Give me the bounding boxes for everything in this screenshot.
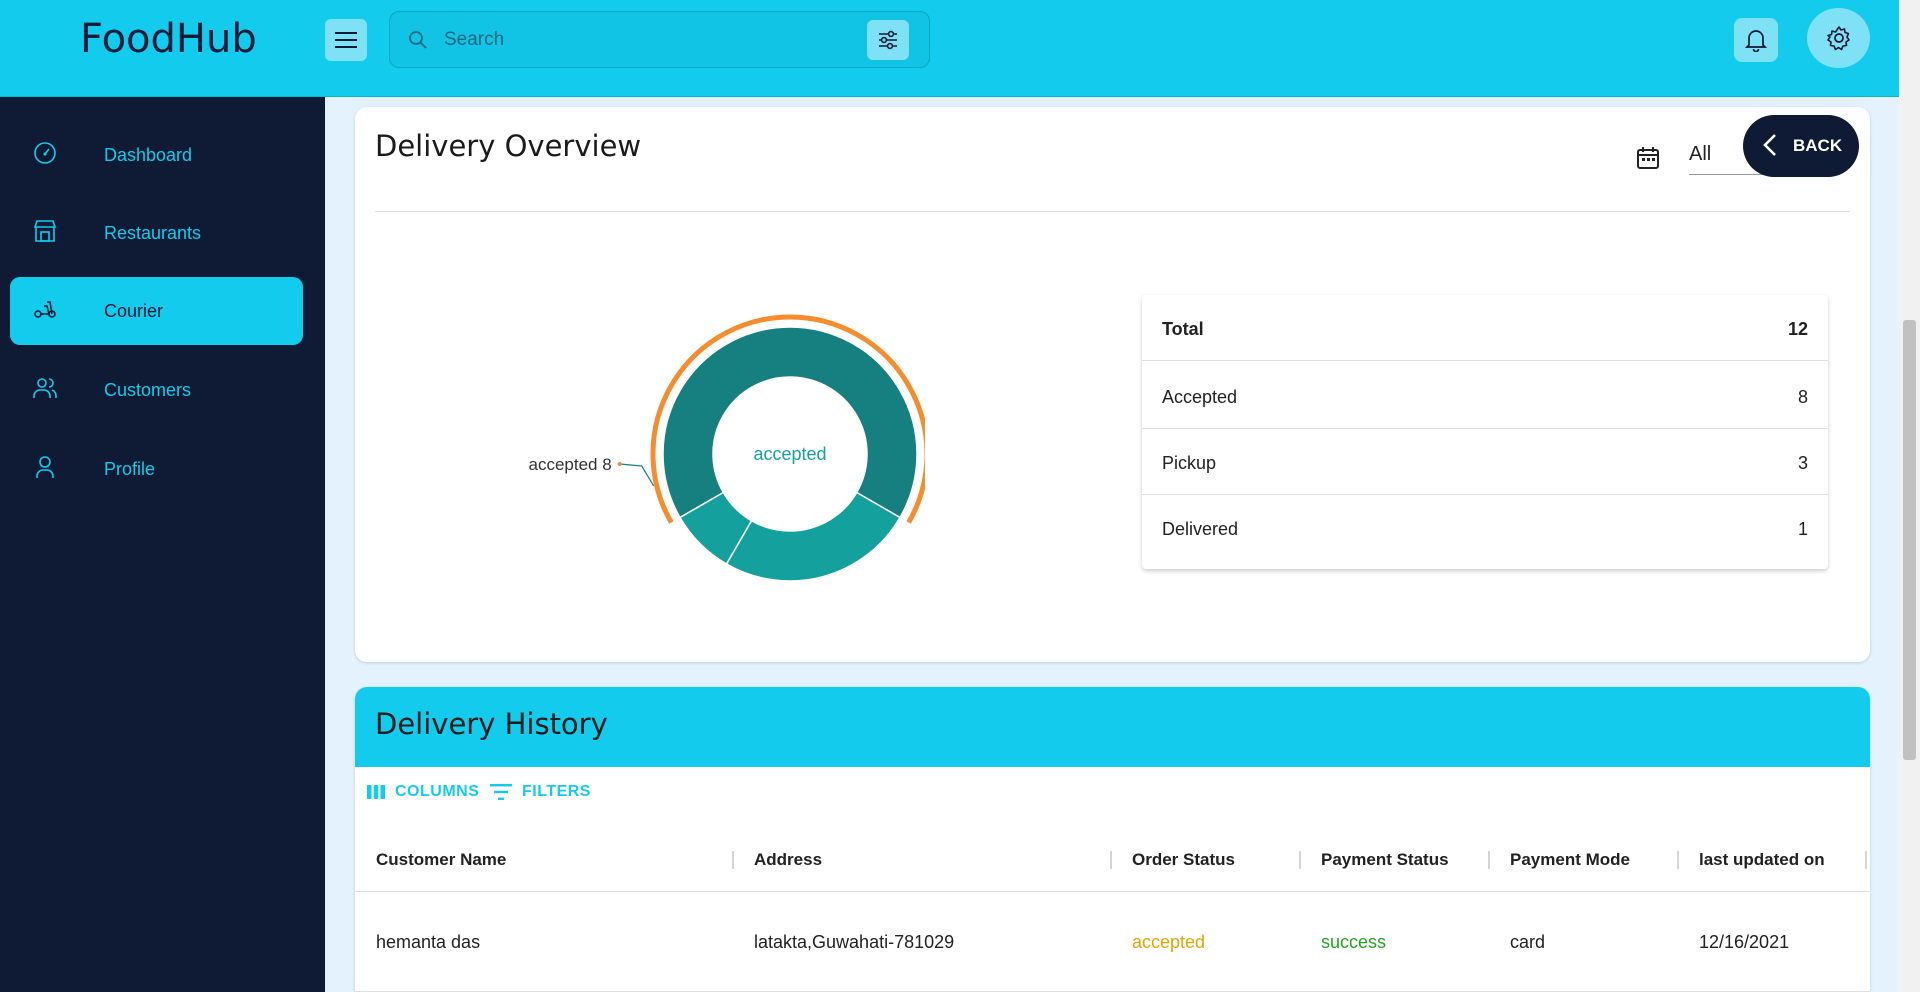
top-app-bar: FoodHub	[0, 0, 1899, 97]
donut-slice-accepted[interactable]	[662, 326, 918, 519]
delivery-stats-table: Total 12 Accepted 8 Pickup 3 Delivered 1	[1142, 295, 1828, 569]
menu-toggle-button[interactable]	[325, 19, 367, 61]
calendar-icon[interactable]	[1635, 145, 1661, 171]
stat-label: Total	[1162, 319, 1204, 339]
page-scrollbar[interactable]	[1899, 0, 1920, 992]
callout-label: accepted 8	[529, 455, 612, 474]
chevron-left-icon	[1763, 134, 1776, 156]
delivery-donut-chart: accepted 8 accepted	[505, 252, 930, 632]
columns-label: COLUMNS	[395, 783, 480, 800]
cell-payment-status: success	[1321, 931, 1387, 952]
cell-customer: hemanta das	[376, 931, 481, 952]
search-bar	[389, 11, 930, 68]
delivery-overview-card: Delivery Overview All accepted 8 accepted…	[355, 107, 1870, 662]
history-header: Delivery History	[355, 687, 1870, 767]
sidebar-item-label: Customers	[104, 379, 192, 400]
column-header[interactable]: Payment Mode	[1510, 827, 1630, 892]
column-header[interactable]: Customer Name	[376, 827, 506, 892]
stat-label: Delivered	[1162, 519, 1239, 539]
stat-value: 8	[1797, 387, 1808, 407]
settings-button[interactable]	[1807, 8, 1870, 68]
cell-updated: 12/16/2021	[1699, 931, 1790, 952]
delivery-history-card: Delivery History COLUMNS FILTERS Custome…	[355, 687, 1870, 992]
sidebar-item-label: Courier	[104, 300, 164, 321]
back-button-label: BACK	[1793, 136, 1843, 155]
search-filter-button[interactable]	[867, 20, 909, 60]
column-header[interactable]: Address	[754, 827, 822, 892]
column-resize-handle[interactable]	[732, 851, 734, 869]
hamburger-icon	[335, 32, 357, 48]
sidebar-item-label: Restaurants	[104, 222, 202, 243]
stat-value: 12	[1787, 319, 1808, 339]
stat-value: 3	[1797, 453, 1808, 473]
stat-row-pickup: Pickup 3	[1142, 429, 1828, 495]
scooter-icon	[34, 301, 56, 318]
cell-payment-mode: card	[1510, 931, 1546, 952]
column-resize-handle[interactable]	[1677, 851, 1679, 869]
donut-svg: accepted 8 accepted	[529, 314, 930, 582]
scrollbar-thumb[interactable]	[1903, 320, 1916, 760]
column-resize-handle[interactable]	[1110, 851, 1112, 869]
divider	[375, 211, 1850, 212]
sidebar-item-profile[interactable]: Profile	[10, 435, 303, 503]
stat-label: Pickup	[1162, 453, 1217, 473]
stat-value: 1	[1797, 519, 1808, 539]
user-icon	[36, 456, 54, 478]
cell-address: latakta,Guwahati-781029	[754, 931, 955, 952]
page-title: Delivery Overview	[375, 129, 642, 163]
sidebar: Dashboard Restaurants Courier Customers …	[0, 97, 325, 992]
column-header[interactable]: last updated on	[1699, 827, 1825, 892]
filters-label: FILTERS	[522, 783, 591, 800]
column-resize-handle[interactable]	[1865, 851, 1867, 869]
brand-logo[interactable]: FoodHub	[80, 16, 257, 62]
table-header: Customer Name Address Order Status Payme…	[355, 827, 1870, 892]
callout-line	[619, 463, 655, 487]
sidebar-item-label: Profile	[104, 458, 156, 479]
sidebar-item-courier[interactable]: Courier	[10, 277, 303, 345]
sidebar-item-dashboard[interactable]: Dashboard	[10, 121, 303, 189]
gear-icon	[1826, 26, 1850, 51]
notifications-button[interactable]	[1734, 18, 1778, 62]
filters-button[interactable]: FILTERS	[490, 783, 591, 801]
section-title: Delivery History	[375, 707, 608, 741]
donut-center-label: accepted	[753, 444, 826, 464]
search-input[interactable]	[444, 26, 834, 54]
filter-icon	[490, 784, 512, 800]
stat-row-delivered: Delivered 1	[1142, 495, 1828, 561]
stat-row-total: Total 12	[1142, 295, 1828, 361]
bell-icon	[1745, 30, 1767, 52]
column-header[interactable]: Payment Status	[1321, 827, 1449, 892]
column-header[interactable]: Order Status	[1132, 827, 1235, 892]
table-row[interactable]: hemanta das latakta,Guwahati-781029 acce…	[355, 892, 1870, 992]
column-resize-handle[interactable]	[1488, 851, 1490, 869]
stat-row-accepted: Accepted 8	[1142, 363, 1828, 429]
stat-label: Accepted	[1162, 387, 1238, 407]
columns-icon	[367, 785, 385, 799]
donut-slice-pickup[interactable]	[725, 491, 902, 582]
sidebar-item-restaurants[interactable]: Restaurants	[10, 199, 303, 267]
sidebar-item-customers[interactable]: Customers	[10, 356, 303, 424]
back-button[interactable]: BACK	[1743, 115, 1859, 177]
sliders-icon	[879, 30, 897, 50]
callout-dot	[617, 461, 622, 466]
speedometer-icon	[34, 142, 56, 164]
search-icon	[409, 31, 427, 49]
store-icon	[33, 220, 57, 242]
users-icon	[33, 378, 57, 398]
column-resize-handle[interactable]	[1299, 851, 1301, 869]
cell-order-status: accepted	[1132, 931, 1206, 952]
columns-button[interactable]: COLUMNS	[367, 783, 479, 801]
sidebar-item-label: Dashboard	[104, 144, 193, 165]
